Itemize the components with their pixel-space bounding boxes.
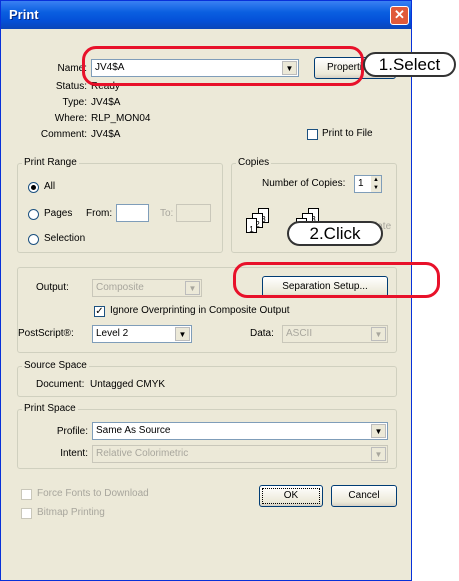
radio-selection[interactable]	[28, 234, 39, 245]
to-input[interactable]	[176, 204, 211, 222]
step1-callout: 1.Select	[363, 52, 456, 77]
copies-title: Copies	[236, 157, 272, 168]
to-label: To:	[160, 208, 174, 219]
ignore-overprinting-checkbox[interactable]: ✓	[94, 306, 105, 317]
type-value: JV4$A	[91, 97, 121, 108]
cancel-button[interactable]: Cancel	[331, 485, 397, 507]
comment-value: JV4$A	[91, 129, 121, 140]
dialog-title: Print	[9, 7, 39, 22]
type-label: Type:	[62, 97, 87, 108]
copies-spinner[interactable]: 1 ▲ ▼	[354, 175, 382, 193]
print-range-group: Print Range All Pages From: To: Selectio…	[17, 157, 223, 253]
title-bar[interactable]: Print ✕	[1, 1, 411, 29]
radio-selected-dot	[31, 185, 36, 190]
profile-select[interactable]: Same As Source ▼	[92, 422, 388, 440]
document-label: Document:	[36, 379, 85, 390]
radio-all[interactable]	[28, 182, 39, 193]
postscript-select[interactable]: Level 2 ▼	[92, 325, 192, 343]
ok-label: OK	[283, 490, 299, 501]
name-label: Name:	[57, 63, 87, 74]
ignore-overprinting-label: Ignore Overprinting in Composite Output	[110, 305, 290, 316]
print-to-file-checkbox[interactable]	[307, 129, 318, 140]
number-of-copies-label: Number of Copies:	[262, 178, 346, 189]
step2-callout: 2.Click	[287, 221, 383, 246]
force-fonts-label: Force Fonts to Download	[37, 488, 149, 499]
data-value: ASCII	[286, 328, 313, 339]
bitmap-printing-checkbox[interactable]	[21, 508, 32, 519]
data-select[interactable]: ASCII ▼	[282, 325, 388, 343]
from-input[interactable]	[116, 204, 149, 222]
status-label: Status:	[55, 81, 87, 92]
chevron-down-icon[interactable]: ▼	[185, 281, 200, 295]
force-fonts-checkbox[interactable]	[21, 489, 32, 500]
intent-label: Intent:	[60, 448, 88, 459]
radio-pages[interactable]	[28, 209, 39, 220]
data-label: Data:	[250, 328, 274, 339]
source-space-group: Source Space Document: Untagged CMYK	[17, 360, 397, 397]
postscript-value: Level 2	[96, 328, 129, 339]
pages-label: Pages	[44, 208, 73, 219]
print-to-file-label: Print to File	[322, 128, 373, 139]
intent-select[interactable]: Relative Colorimetric ▼	[92, 445, 388, 463]
chevron-down-icon[interactable]: ▼	[371, 424, 386, 438]
output-select[interactable]: Composite ▼	[92, 279, 202, 297]
profile-value: Same As Source	[96, 425, 171, 436]
select-highlight-oval	[82, 46, 364, 86]
click-highlight-oval	[233, 262, 440, 298]
all-label: All	[44, 181, 56, 192]
output-value: Composite	[96, 282, 144, 293]
from-label: From:	[86, 208, 113, 219]
chevron-down-icon[interactable]: ▼	[175, 327, 190, 341]
source-space-title: Source Space	[22, 360, 89, 371]
close-icon[interactable]: ✕	[390, 6, 409, 25]
spin-up-icon[interactable]: ▲	[371, 176, 381, 184]
postscript-label: PostScript®:	[18, 328, 74, 339]
ok-button[interactable]: OK	[259, 485, 323, 507]
profile-label: Profile:	[56, 426, 88, 437]
where-value: RLP_MON04	[91, 113, 151, 124]
spin-down-icon[interactable]: ▼	[371, 184, 381, 192]
page-icon: 1	[246, 218, 257, 234]
comment-label: Comment:	[40, 129, 87, 140]
where-label: Where:	[54, 113, 87, 124]
document-value: Untagged CMYK	[90, 379, 166, 390]
intent-value: Relative Colorimetric	[96, 448, 189, 459]
print-space-group: Print Space Profile: Same As Source ▼ In…	[17, 403, 397, 469]
selection-label: Selection	[44, 233, 86, 244]
bitmap-printing-label: Bitmap Printing	[37, 507, 105, 518]
output-label: Output:	[36, 282, 69, 293]
copies-value: 1	[358, 178, 364, 189]
print-space-title: Print Space	[22, 403, 78, 414]
chevron-down-icon[interactable]: ▼	[371, 447, 386, 461]
print-range-title: Print Range	[22, 157, 79, 168]
chevron-down-icon[interactable]: ▼	[371, 327, 386, 341]
cancel-label: Cancel	[348, 490, 380, 501]
